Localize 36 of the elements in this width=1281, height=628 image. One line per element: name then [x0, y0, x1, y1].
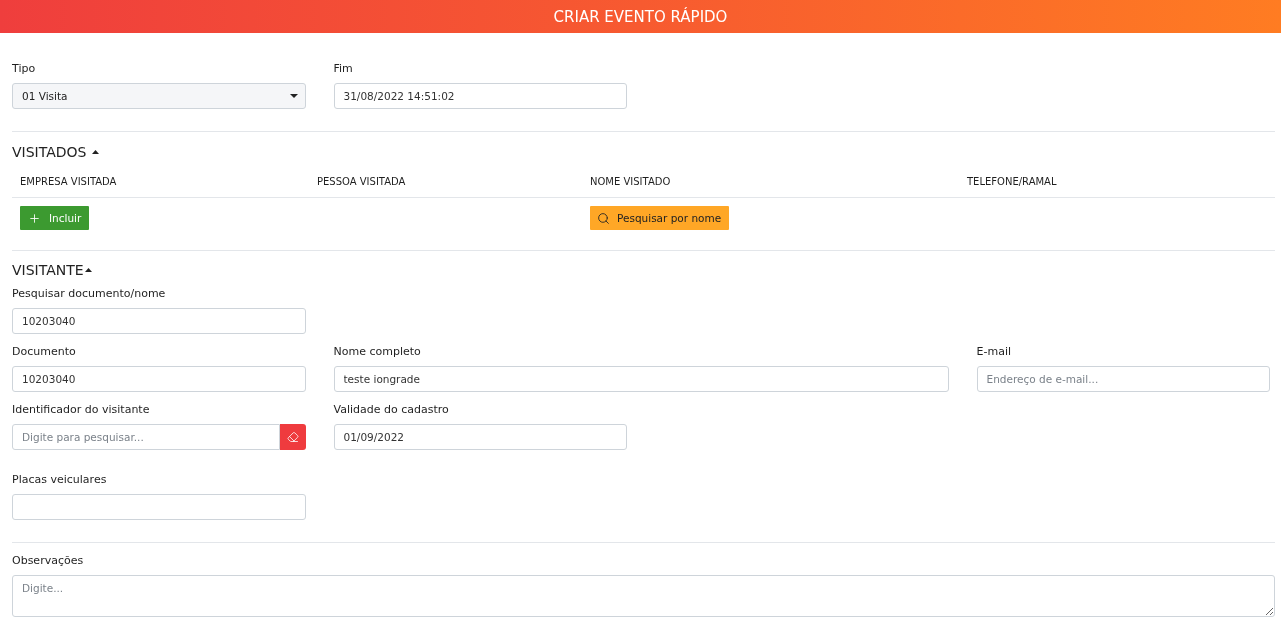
search-button[interactable]: Pesquisar por nome — [590, 206, 730, 230]
field-label: Pesquisar documento/nome — [12, 286, 167, 301]
field-label: Identificador do visitante — [12, 402, 151, 417]
input-field[interactable]: Endereço de e-mail... — [976, 366, 1270, 392]
caret-up-icon[interactable] — [92, 150, 100, 154]
input-field[interactable]: teste iongrade — [333, 366, 949, 392]
eraser-icon — [286, 431, 299, 443]
column-header: TELEFONE/RAMAL — [966, 175, 1058, 187]
plus-icon — [28, 211, 41, 225]
input-field[interactable]: 01/09/2022 — [333, 424, 627, 450]
field-label: Observações — [12, 553, 85, 568]
field-label: Fim — [333, 61, 354, 76]
field-label: Validade do cadastro — [333, 402, 450, 417]
column-header: EMPRESA VISITADA — [19, 175, 118, 187]
dropdown-select[interactable]: 01 Visita — [12, 83, 306, 109]
add-button[interactable]: Incluir — [20, 206, 90, 230]
field-label: Placas veiculares — [12, 472, 108, 487]
field-label: Nome completo — [333, 344, 422, 359]
caret-up-icon[interactable] — [84, 268, 92, 272]
input-field[interactable]: 10203040 — [12, 366, 306, 392]
page-title: CRIAR EVENTO RÁPIDO — [553, 6, 728, 27]
field-label: Tipo — [12, 61, 37, 76]
field-label: Documento — [12, 344, 77, 359]
field-label: E-mail — [976, 344, 1012, 359]
section-title: VISITANTE — [12, 261, 84, 280]
input-field[interactable]: 31/08/2022 14:51:02 — [333, 83, 627, 109]
section-title: VISITADOS — [12, 143, 87, 162]
search-icon — [597, 211, 610, 225]
column-header: NOME VISITADO — [589, 175, 672, 187]
clear-button[interactable] — [279, 424, 306, 450]
column-header: PESSOA VISITADA — [316, 175, 407, 187]
input-field[interactable] — [12, 494, 306, 520]
caret-down-icon — [289, 94, 298, 98]
textarea-field[interactable]: Digite... — [12, 575, 1275, 617]
input-field[interactable]: 10203040 — [12, 308, 306, 334]
lookup-field[interactable]: Digite para pesquisar... — [12, 424, 280, 450]
